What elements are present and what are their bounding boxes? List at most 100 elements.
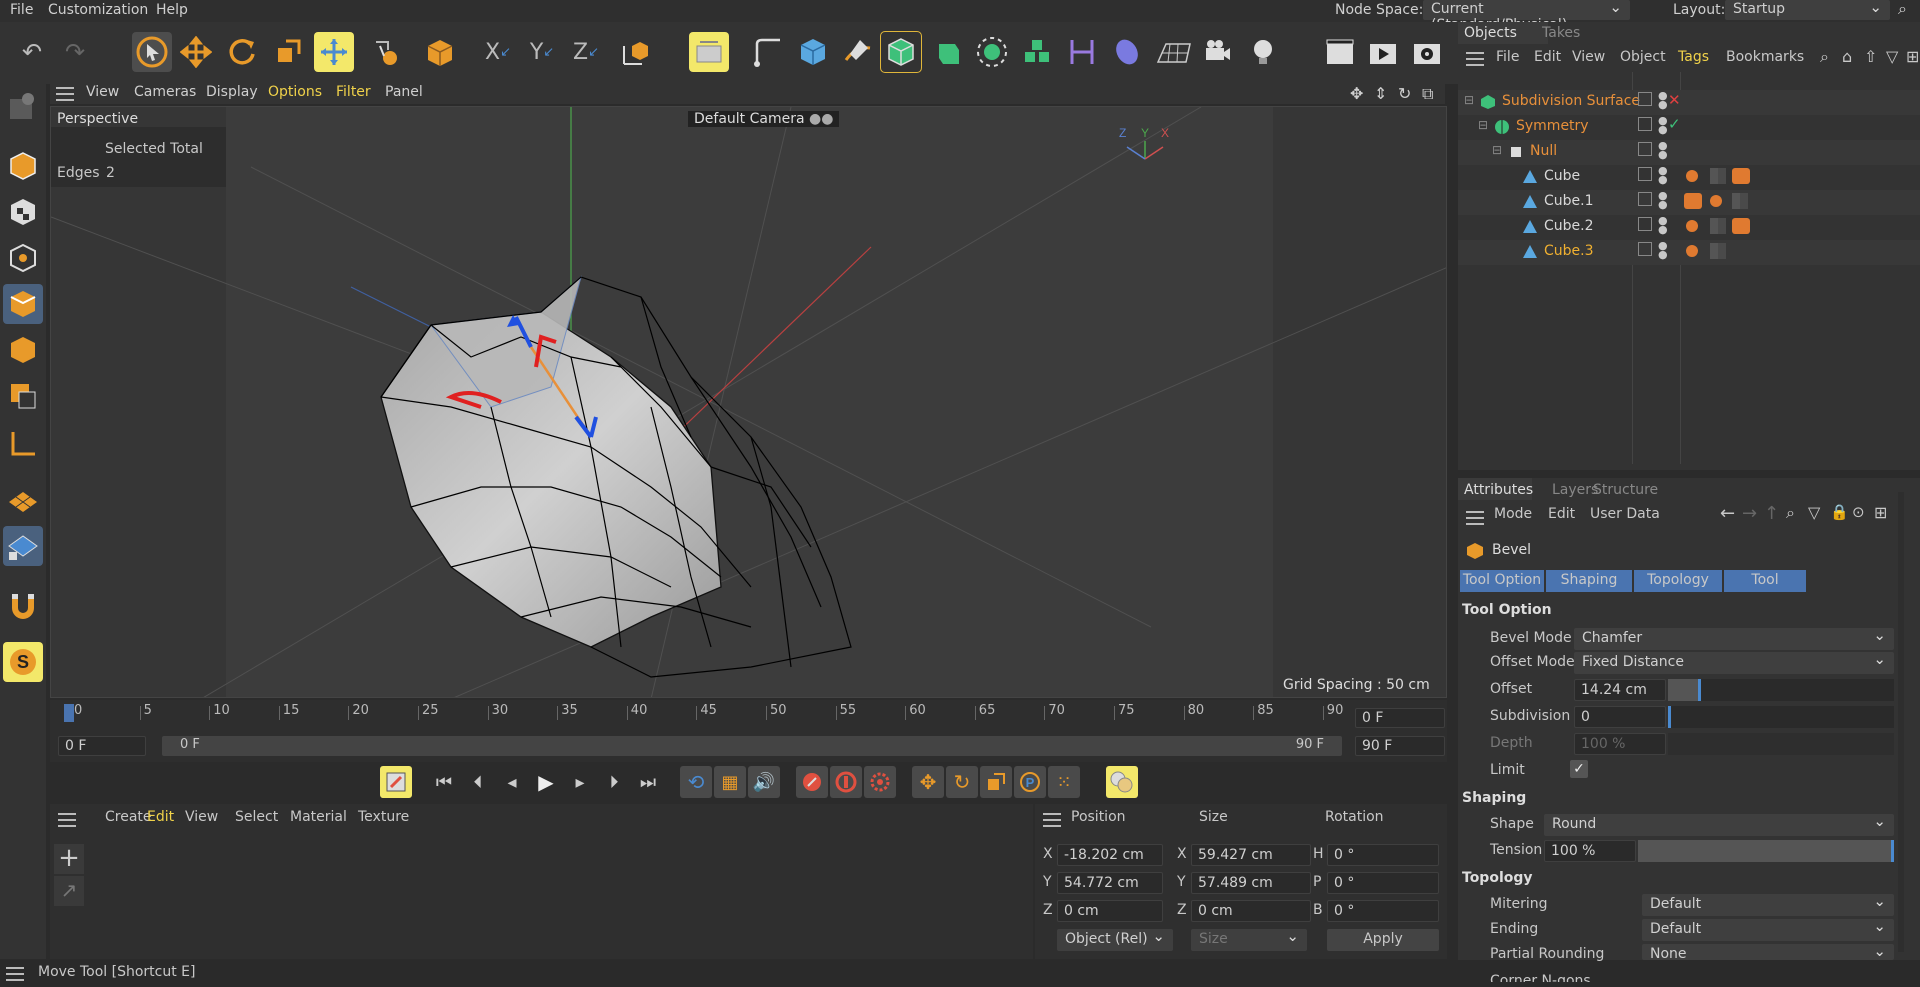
workplane-icon[interactable] <box>3 480 43 520</box>
up-arrow-icon[interactable]: ↑ <box>1764 503 1779 524</box>
tab-objects[interactable]: Objects <box>1464 25 1517 41</box>
offset-mode-dropdown[interactable]: Fixed Distance <box>1574 650 1894 674</box>
attr-menu-edit[interactable]: Edit <box>1548 506 1575 522</box>
subtab-tool-option[interactable]: Tool Option <box>1460 570 1544 592</box>
editor-visibility-icon[interactable] <box>1638 142 1652 156</box>
offset-slider[interactable] <box>1668 679 1894 701</box>
scale-tool-icon[interactable] <box>268 32 308 72</box>
render-view-icon[interactable] <box>1363 32 1403 72</box>
viewport-move-icon[interactable]: ✥ <box>1350 84 1363 103</box>
menu-help[interactable]: Help <box>156 2 188 18</box>
search-icon[interactable]: ⌕ <box>1898 0 1907 19</box>
rotate-tool-icon[interactable] <box>222 32 262 72</box>
visibility-dots-icon[interactable]: ● ● <box>1658 115 1668 135</box>
rot-p-field[interactable]: 0 ° <box>1327 872 1439 894</box>
viewport-zoom-icon[interactable]: ⇕ <box>1374 84 1387 103</box>
uv-mode-icon[interactable] <box>3 376 43 416</box>
cube-primitive-icon[interactable] <box>793 32 833 72</box>
pos-y-field[interactable]: 54.772 cm <box>1057 872 1163 894</box>
model-mode-icon[interactable] <box>3 146 43 186</box>
rot-b-field[interactable]: 0 ° <box>1327 900 1439 922</box>
object-row-cube-1[interactable]: Cube.1 ● ● <box>1458 190 1920 215</box>
objects-menu-object[interactable]: Object <box>1620 49 1666 65</box>
editor-visibility-icon[interactable] <box>1638 192 1652 206</box>
coord-menu-icon[interactable] <box>1043 813 1061 827</box>
objects-new-window-icon[interactable]: ⊞ <box>1906 47 1919 66</box>
redo-icon[interactable]: ↷ <box>55 32 95 72</box>
coordinate-system-icon[interactable] <box>614 32 654 72</box>
visibility-dots-icon[interactable]: ● ● <box>1658 240 1668 260</box>
auto-key-icon[interactable] <box>830 766 862 798</box>
make-editable-icon[interactable] <box>3 86 43 126</box>
live-selection-icon[interactable] <box>314 32 354 72</box>
node-space-dropdown[interactable]: Current (Standard/Physical) <box>1423 0 1630 33</box>
objects-search-icon[interactable]: ⌕ <box>1820 47 1829 67</box>
editor-visibility-icon[interactable] <box>1638 117 1652 131</box>
light-icon[interactable] <box>1243 32 1283 72</box>
visibility-dots-icon[interactable]: ● ● <box>1658 215 1668 235</box>
phong-tag-icon[interactable] <box>1686 245 1698 257</box>
display-tag-icon[interactable] <box>1684 193 1702 209</box>
objects-menu-edit[interactable]: Edit <box>1534 49 1561 65</box>
render-region-icon[interactable] <box>689 32 729 72</box>
editor-visibility-icon[interactable] <box>1638 92 1652 106</box>
cloner-icon[interactable] <box>972 32 1012 72</box>
go-to-end-icon[interactable]: ⏭ <box>632 766 664 798</box>
material-menu-edit[interactable]: Edit <box>147 809 174 825</box>
back-arrow-icon[interactable]: ← <box>1720 503 1735 524</box>
menu-file[interactable]: File <box>10 2 33 18</box>
go-to-start-icon[interactable]: ⏮ <box>428 766 460 798</box>
shape-dropdown[interactable]: Round <box>1544 812 1894 836</box>
material-tag-icon[interactable] <box>1710 218 1726 234</box>
object-row-subdivision-surface[interactable]: ⊟ Subdivision Surface ● ● ✕ <box>1458 90 1920 115</box>
tab-layers[interactable]: Layers <box>1552 482 1598 498</box>
subdivision-surface-icon[interactable] <box>880 31 922 73</box>
camera-icon[interactable] <box>1198 32 1238 72</box>
editor-visibility-icon[interactable] <box>1638 217 1652 231</box>
editor-visibility-icon[interactable] <box>1638 242 1652 256</box>
record-keys-icon[interactable] <box>380 766 412 798</box>
material-tag-icon[interactable] <box>1710 168 1726 184</box>
floor-icon[interactable] <box>1154 32 1194 72</box>
axis-mode-icon[interactable] <box>3 424 43 464</box>
depth-slider[interactable] <box>1668 733 1894 755</box>
size-y-field[interactable]: 57.489 cm <box>1191 872 1311 894</box>
y-axis-lock-icon[interactable]: Y ↙ <box>522 32 562 72</box>
move-tool-icon[interactable] <box>176 32 216 72</box>
attr-menu-user-data[interactable]: User Data <box>1590 506 1660 522</box>
pos-z-field[interactable]: 0 cm <box>1057 900 1163 922</box>
object-row-symmetry[interactable]: ⊟ Symmetry ● ● ✓ <box>1458 115 1920 140</box>
play-icon[interactable]: ▶ <box>530 766 562 798</box>
viewport-menu-filter[interactable]: Filter <box>336 84 371 100</box>
limit-checkbox[interactable]: ✓ <box>1570 760 1588 778</box>
subtab-tool[interactable]: Tool <box>1724 570 1806 592</box>
tab-attributes[interactable]: Attributes <box>1464 482 1533 498</box>
range-slider[interactable]: 0 F 90 F <box>162 736 1342 756</box>
viewport[interactable]: Y Z X Perspective Selected Total Edges 2… <box>50 106 1447 698</box>
partial-rounding-dropdown[interactable]: None <box>1642 942 1894 962</box>
lock-icon[interactable]: 🔒 <box>1830 503 1849 521</box>
point-mode-icon[interactable] <box>3 238 43 278</box>
phong-tag-icon[interactable] <box>1686 170 1698 182</box>
object-row-cube-3[interactable]: Cube.3 ● ● <box>1458 240 1920 265</box>
attr-settings-icon[interactable]: ⊙ <box>1852 503 1865 521</box>
attributes-menu-icon[interactable] <box>1466 511 1484 525</box>
field-icon[interactable] <box>1107 32 1147 72</box>
object-mode-icon[interactable] <box>420 32 460 72</box>
pos-x-field[interactable]: -18.202 cm <box>1057 844 1163 866</box>
render-settings-icon[interactable] <box>1320 32 1360 72</box>
material-menu-icon[interactable] <box>58 813 76 827</box>
subtab-topology[interactable]: Topology <box>1634 570 1722 592</box>
material-menu-select[interactable]: Select <box>235 809 278 825</box>
pen-tool-icon[interactable] <box>838 32 878 72</box>
motion-system-icon[interactable] <box>1106 766 1138 798</box>
key-scale-icon[interactable] <box>980 766 1012 798</box>
z-axis-lock-icon[interactable]: Z ↙ <box>566 32 606 72</box>
x-axis-lock-icon[interactable]: X ↙ <box>478 32 518 72</box>
transform-tool-icon[interactable] <box>366 32 406 72</box>
status-menu-icon[interactable] <box>6 967 24 981</box>
offset-field[interactable]: 14.24 cm <box>1574 679 1666 701</box>
ending-dropdown[interactable]: Default <box>1642 917 1894 941</box>
timeline[interactable]: 0 5 10 15 20 25 30 35 40 45 50 55 60 65 70 75 80 85 90 0 F… <box>50 700 1447 762</box>
disabled-icon[interactable]: ✕ <box>1668 91 1681 109</box>
